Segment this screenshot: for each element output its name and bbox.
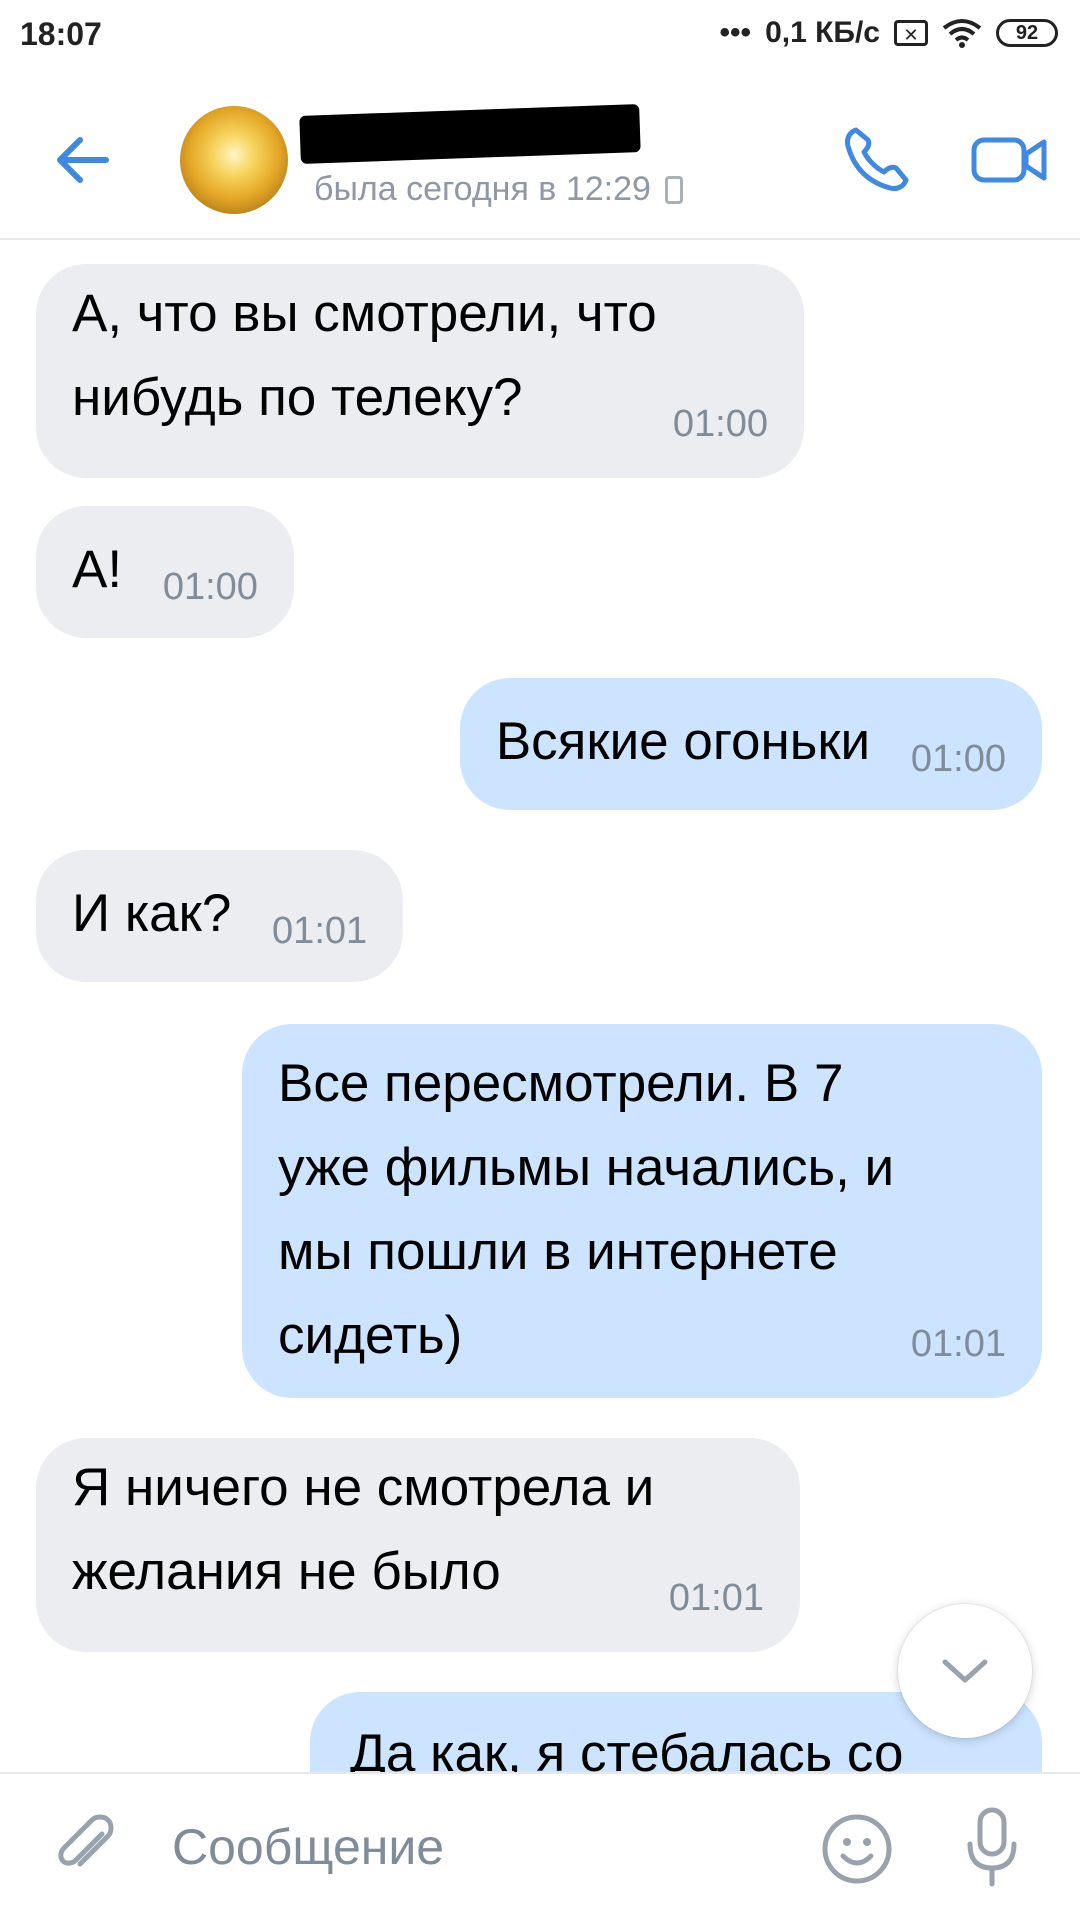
message-text: Я ничего не смотрела и желания не было	[72, 1458, 655, 1601]
sim-x-icon: ✕	[894, 20, 928, 46]
microphone-icon[interactable]	[962, 1806, 1022, 1890]
battery-icon: 92	[996, 19, 1058, 47]
status-time: 18:07	[20, 16, 102, 52]
last-seen-text: была сегодня в 12:29	[314, 170, 651, 208]
paperclip-icon[interactable]	[50, 1812, 122, 1884]
status-bar: 18:07 ••• 0,1 КБ/с ✕ 92	[0, 0, 1080, 80]
contact-name-redacted[interactable]	[299, 104, 641, 164]
chat-header: была сегодня в 12:29	[0, 80, 1080, 240]
message-text: А!	[72, 540, 123, 599]
message-time: 01:01	[910, 1323, 1006, 1365]
message-text: Всякие огоньки	[495, 712, 871, 771]
message-time: 01:00	[672, 403, 768, 445]
status-right: ••• 0,1 КБ/с ✕ 92	[720, 16, 1058, 50]
message-bubble-incoming[interactable]: И как? 01:01	[36, 850, 404, 982]
battery-level: 92	[1015, 22, 1039, 44]
avatar[interactable]	[180, 106, 288, 214]
phone-icon[interactable]	[838, 122, 914, 198]
chat-screen: 18:07 ••• 0,1 КБ/с ✕ 92 была сегодня в 1…	[0, 0, 1080, 1920]
message-text: А, что вы смотрели, что нибудь по телеку…	[72, 284, 657, 427]
message-bubble-outgoing[interactable]: Все пересмотрели. В 7 уже фильмы началис…	[242, 1024, 1042, 1398]
mobile-icon	[664, 175, 683, 204]
message-text: Да как, я стебалась со	[350, 1724, 904, 1772]
video-camera-icon[interactable]	[970, 128, 1050, 192]
chevron-down-icon	[942, 1659, 988, 1683]
message-composer	[0, 1772, 1080, 1920]
message-time: 01:01	[668, 1577, 764, 1619]
emoji-icon[interactable]	[820, 1812, 894, 1886]
message-bubble-incoming[interactable]: А, что вы смотрели, что нибудь по телеку…	[36, 264, 804, 478]
contact-status: была сегодня в 12:29	[314, 170, 683, 209]
back-arrow-icon[interactable]	[50, 128, 114, 192]
message-bubble-incoming[interactable]: А! 01:00	[36, 506, 294, 638]
wifi-icon	[942, 19, 982, 48]
message-text: Все пересмотрели. В 7 уже фильмы началис…	[278, 1054, 895, 1365]
signal-dots-icon: •••	[719, 16, 752, 49]
message-time: 01:00	[910, 738, 1006, 780]
message-list[interactable]: А, что вы смотрели, что нибудь по телеку…	[0, 240, 1080, 1772]
message-input[interactable]	[172, 1804, 792, 1890]
message-time: 01:00	[162, 566, 258, 608]
scroll-down-button[interactable]	[898, 1604, 1032, 1738]
message-bubble-incoming[interactable]: Я ничего не смотрела и желания не было 0…	[36, 1438, 800, 1652]
message-time: 01:01	[272, 910, 368, 952]
message-bubble-outgoing[interactable]: Всякие огоньки 01:00	[459, 678, 1042, 810]
network-speed: 0,1 КБ/с	[765, 16, 880, 49]
message-text: И как?	[72, 884, 232, 943]
